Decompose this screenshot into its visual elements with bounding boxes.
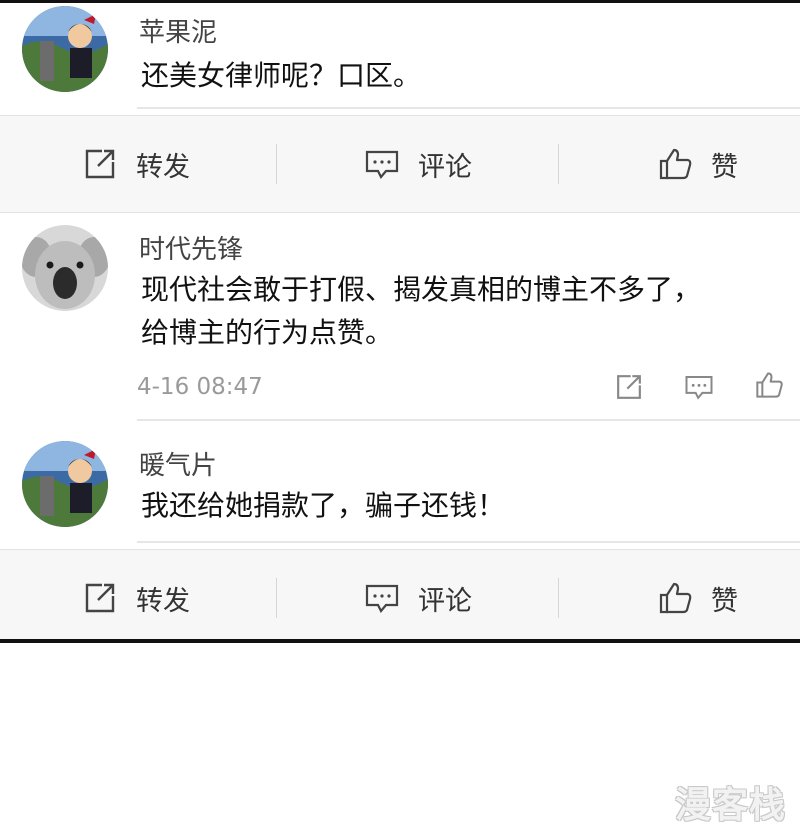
divider — [137, 107, 800, 109]
thumbs-up-icon — [659, 148, 692, 180]
avatar[interactable] — [22, 441, 108, 527]
comment-label: 评论 — [418, 151, 472, 183]
feed-frame: 苹果泥 还美女律师呢？口区。 转发 评论 赞 时代先锋 现代社会敢于打假、揭发真… — [0, 0, 800, 643]
like-label: 赞 — [711, 151, 738, 183]
username[interactable]: 苹果泥 — [139, 12, 217, 49]
action-bar: 转发 评论 赞 — [0, 549, 800, 639]
thumbs-up-icon — [659, 582, 692, 614]
like-button[interactable]: 赞 — [657, 116, 738, 212]
comment-icon — [365, 150, 399, 179]
avatar[interactable] — [22, 225, 108, 311]
repost-label: 转发 — [136, 585, 190, 617]
repost-label: 转发 — [136, 151, 190, 183]
share-icon — [85, 149, 115, 179]
comment-item-3: 暖气片 我还给她捐款了，骗子还钱！ — [0, 423, 800, 548]
comment-item-1: 苹果泥 还美女律师呢？口区。 — [0, 3, 800, 113]
comment-text: 我还给她捐款了，骗子还钱！ — [141, 489, 506, 522]
comment-text-line-1: 现代社会敢于打假、揭发真相的博主不多了， — [141, 273, 702, 306]
divider — [276, 144, 277, 184]
comment-icon[interactable] — [684, 372, 714, 402]
avatar[interactable] — [22, 6, 108, 92]
username[interactable]: 时代先锋 — [139, 229, 243, 266]
comment-text-line-2: 给博主的行为点赞。 — [141, 316, 394, 349]
timestamp: 4-16 08:47 — [137, 374, 263, 400]
watermark-logo: 漫客栈 — [674, 785, 786, 826]
divider — [558, 578, 559, 618]
comment-icon — [365, 584, 399, 613]
comment-text: 还美女律师呢？口区。 — [141, 59, 422, 92]
comment-button[interactable]: 评论 — [364, 116, 472, 212]
share-icon — [85, 583, 115, 613]
divider — [137, 541, 800, 543]
divider — [558, 144, 559, 184]
repost-button[interactable]: 转发 — [82, 116, 190, 212]
username[interactable]: 暖气片 — [139, 445, 217, 482]
share-icon[interactable] — [614, 372, 644, 402]
comment-button[interactable]: 评论 — [364, 550, 472, 639]
divider — [276, 578, 277, 618]
comment-label: 评论 — [418, 585, 472, 617]
like-label: 赞 — [711, 585, 738, 617]
action-bar: 转发 评论 赞 — [0, 115, 800, 213]
divider — [137, 419, 800, 421]
comment-item-2: 时代先锋 现代社会敢于打假、揭发真相的博主不多了， 给博主的行为点赞。 4-16… — [0, 213, 800, 423]
repost-button[interactable]: 转发 — [82, 550, 190, 639]
thumbs-up-icon[interactable] — [754, 370, 784, 400]
like-button[interactable]: 赞 — [657, 550, 738, 639]
